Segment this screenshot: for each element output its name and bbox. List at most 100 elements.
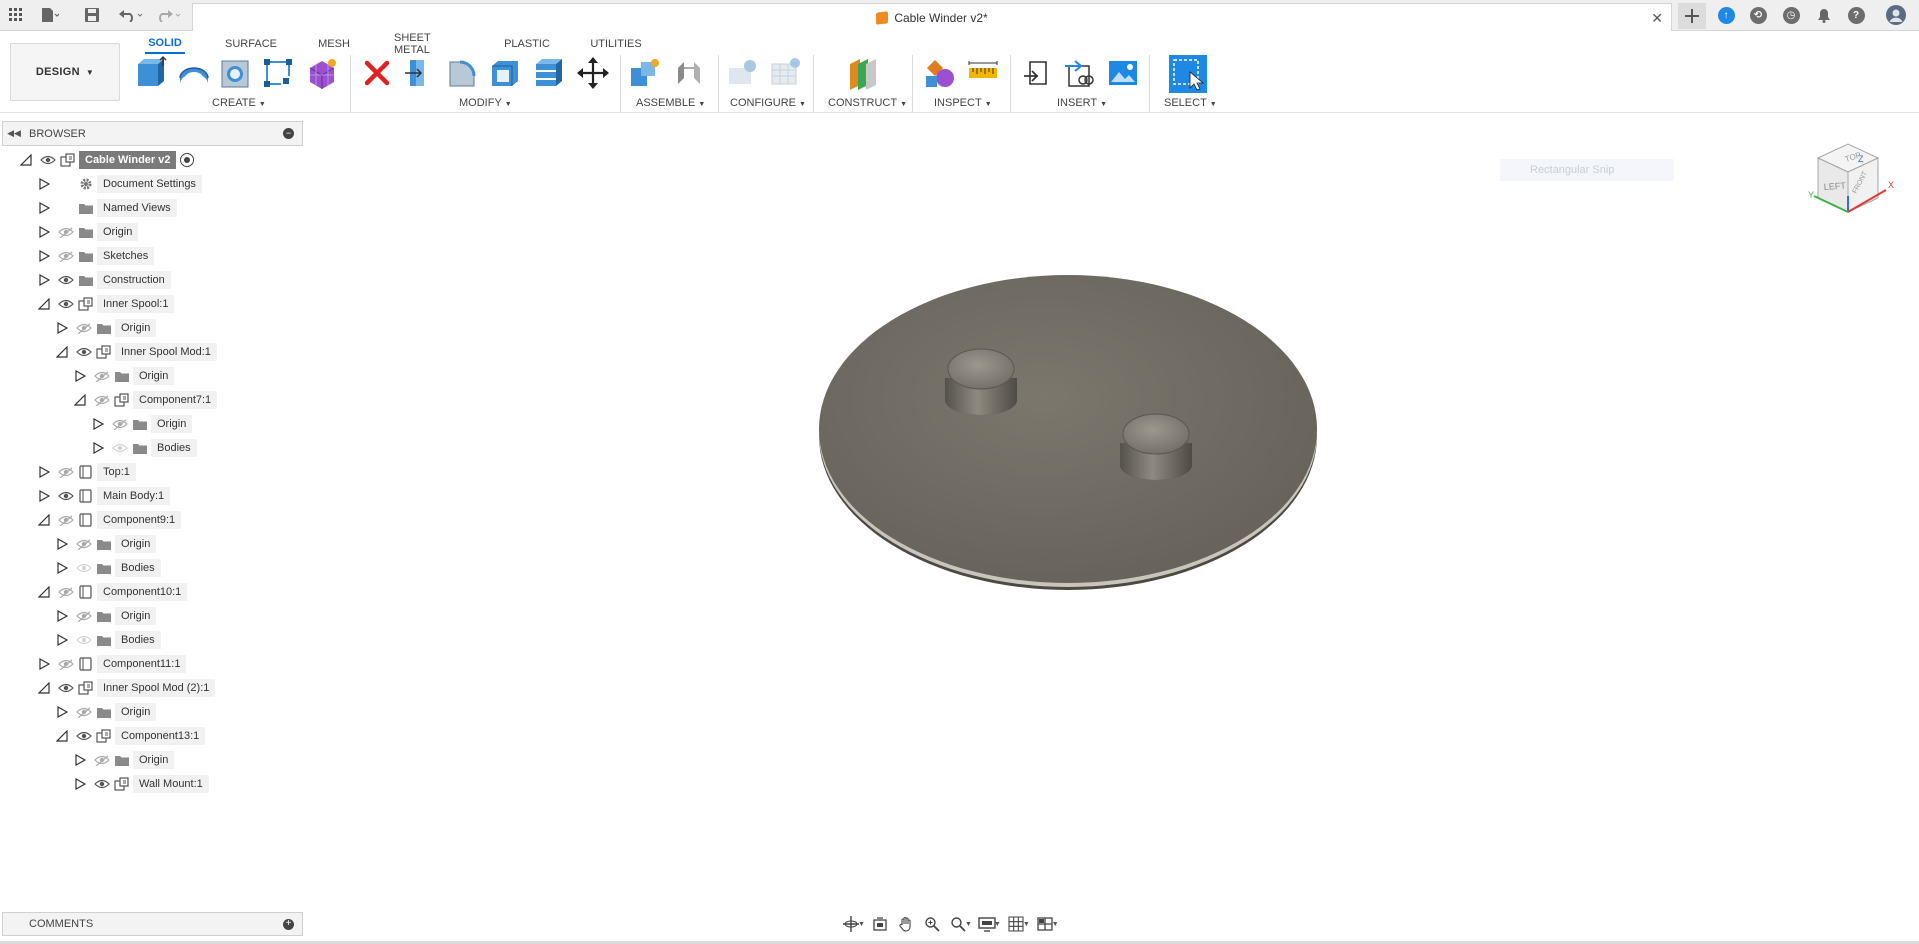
browser-item-label[interactable]: Main Body:1 (97, 487, 171, 505)
browser-item-label[interactable]: Origin (115, 607, 157, 625)
collapsed-arrow-icon[interactable] (54, 632, 70, 648)
comments-panel[interactable]: COMMENTS + (2, 912, 303, 936)
visibility-eye-icon[interactable] (76, 632, 92, 648)
browser-folder-item[interactable]: Origin (54, 316, 157, 340)
move-icon[interactable] (576, 56, 610, 90)
visibility-eye-icon[interactable] (76, 608, 92, 624)
file-menu-icon[interactable] (38, 5, 62, 25)
visibility-eye-icon[interactable] (40, 152, 56, 168)
collapsed-arrow-icon[interactable] (36, 176, 52, 192)
browser-folder-item[interactable]: Named Views (36, 196, 177, 220)
tab-utilities[interactable]: UTILITIES (588, 34, 644, 54)
visibility-eye-icon[interactable] (94, 392, 110, 408)
viewports-caret-icon[interactable]: ▼ (1052, 921, 1059, 928)
tab-plastic[interactable]: PLASTIC (500, 34, 554, 54)
visibility-eye-icon[interactable] (76, 344, 92, 360)
browser-folder-item[interactable]: Sketches (36, 244, 155, 268)
browser-item-label[interactable]: Bodies (151, 439, 197, 457)
browser-header[interactable]: ◀◀ BROWSER − (2, 121, 303, 146)
collapsed-arrow-icon[interactable] (54, 536, 70, 552)
browser-item-label[interactable]: Document Settings (97, 175, 202, 193)
browser-item-label[interactable]: Origin (151, 415, 193, 433)
visibility-eye-icon[interactable] (58, 680, 74, 696)
document-tab[interactable]: Cable Winder v2* ✕ (192, 3, 1672, 32)
expanded-arrow-icon[interactable] (54, 728, 70, 744)
browser-item-label[interactable]: Origin (115, 319, 157, 337)
clock-icon[interactable]: ◷ (1781, 5, 1801, 25)
tab-solid[interactable]: SOLID (145, 34, 185, 54)
new-component-assemble-icon[interactable] (628, 56, 662, 90)
redo-icon[interactable] (154, 5, 184, 25)
browser-component-item[interactable]: Component13:1 (54, 724, 206, 748)
measure-shapes-icon[interactable] (923, 56, 957, 90)
browser-settings-item[interactable]: Document Settings (36, 172, 202, 196)
configuration-rules-icon[interactable] (769, 56, 803, 90)
view-cube[interactable]: TOP LEFT FRONT Y X Z (1800, 136, 1896, 232)
browser-folder-item[interactable]: Bodies (90, 436, 197, 460)
insert-mcmaster-icon[interactable] (1063, 56, 1097, 90)
measure-icon[interactable] (966, 56, 1000, 90)
browser-minimize-icon[interactable]: − (283, 128, 294, 139)
expanded-arrow-icon[interactable] (36, 296, 52, 312)
browser-item-label[interactable]: Origin (133, 751, 175, 769)
visibility-eye-icon[interactable] (58, 656, 74, 672)
browser-item-label[interactable]: Origin (115, 535, 157, 553)
assemble-menu[interactable]: ASSEMBLE ▼ (636, 97, 705, 109)
visibility-eye-icon[interactable] (112, 416, 128, 432)
browser-item-label[interactable]: Inner Spool Mod (2):1 (97, 679, 216, 697)
browser-folder-item[interactable]: Origin (54, 604, 157, 628)
visibility-eye-icon[interactable] (58, 488, 74, 504)
visibility-eye-icon[interactable] (58, 224, 74, 240)
tab-surface[interactable]: SURFACE (222, 34, 280, 54)
add-comment-icon[interactable]: + (283, 919, 294, 930)
browser-component-item[interactable]: Inner Spool:1 (36, 292, 175, 316)
close-tab-icon[interactable]: ✕ (1651, 10, 1663, 27)
model-view[interactable] (305, 113, 1919, 913)
collapsed-arrow-icon[interactable] (72, 776, 88, 792)
orbit-caret-icon[interactable]: ▼ (858, 921, 865, 928)
collapsed-arrow-icon[interactable] (54, 320, 70, 336)
browser-component-item[interactable]: Wall Mount:1 (72, 772, 209, 796)
activate-component-radio[interactable] (180, 153, 195, 167)
browser-item-label[interactable]: Bodies (115, 559, 161, 577)
browser-item-label[interactable]: Cable Winder v2 (79, 151, 177, 169)
modify-menu[interactable]: MODIFY ▼ (459, 97, 512, 109)
visibility-eye-icon[interactable] (76, 320, 92, 336)
browser-component-item[interactable]: Component9:1 (36, 508, 182, 532)
browser-item-label[interactable]: Component11:1 (97, 655, 187, 673)
save-icon[interactable] (82, 5, 102, 25)
browser-item-label[interactable]: Component9:1 (97, 511, 182, 529)
browser-item-label[interactable]: Wall Mount:1 (133, 775, 209, 793)
offset-plane-icon[interactable] (846, 56, 880, 90)
zoom-icon[interactable] (919, 913, 945, 935)
visibility-eye-icon[interactable] (58, 296, 74, 312)
browser-folder-item[interactable]: Origin (72, 748, 175, 772)
browser-item-label[interactable]: Inner Spool Mod:1 (115, 343, 217, 361)
browser-folder-item[interactable]: Construction (36, 268, 171, 292)
shell-icon[interactable] (488, 56, 522, 90)
browser-item-label[interactable]: Construction (97, 271, 171, 289)
insert-canvas-icon[interactable] (1106, 56, 1140, 90)
expanded-arrow-icon[interactable] (36, 680, 52, 696)
browser-component-item[interactable]: Component7:1 (72, 388, 218, 412)
collapse-panel-icon[interactable]: ◀◀ (3, 128, 25, 139)
press-pull-icon[interactable] (402, 56, 436, 90)
browser-component-item[interactable]: Component10:1 (36, 580, 188, 604)
visibility-eye-icon[interactable] (112, 440, 128, 456)
visibility-eye-icon[interactable] (58, 464, 74, 480)
collapsed-arrow-icon[interactable] (36, 248, 52, 264)
app-grid-icon[interactable] (6, 5, 26, 25)
grid-caret-icon[interactable]: ▼ (1023, 921, 1030, 928)
browser-item-label[interactable]: Origin (133, 367, 175, 385)
browser-item-label[interactable]: Bodies (115, 631, 161, 649)
browser-folder-item[interactable]: Origin (72, 364, 175, 388)
visibility-eye-icon[interactable] (76, 560, 92, 576)
revolve-icon[interactable] (177, 56, 211, 90)
browser-item-label[interactable]: Component10:1 (97, 583, 188, 601)
collapsed-arrow-icon[interactable] (36, 272, 52, 288)
browser-root-item[interactable]: Cable Winder v2 (18, 148, 195, 172)
help-icon[interactable]: ? (1846, 5, 1866, 25)
construct-menu[interactable]: CONSTRUCT ▼ (828, 97, 907, 109)
collapsed-arrow-icon[interactable] (36, 224, 52, 240)
undo-icon[interactable] (116, 5, 146, 25)
